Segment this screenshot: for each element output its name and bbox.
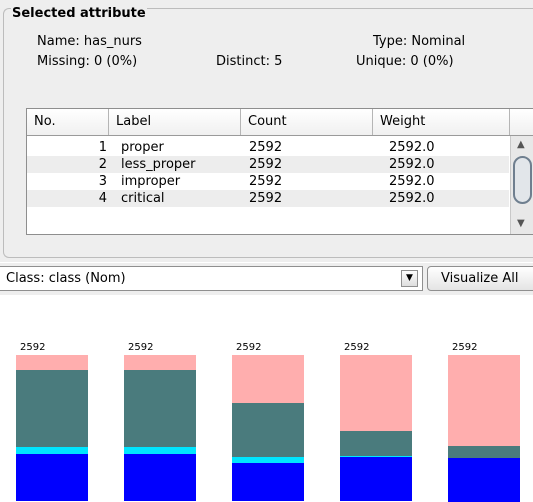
cell-label: improper	[121, 174, 181, 189]
attribute-type: Type: Nominal	[373, 34, 466, 49]
bar-segment	[232, 463, 304, 501]
bar-segment	[16, 447, 88, 454]
attribute-name: Name: has_nurs	[37, 34, 142, 49]
scroll-down-arrow-icon[interactable]: ▼	[517, 218, 525, 229]
cell-label: critical	[121, 191, 165, 206]
bar-count-label: 2592	[20, 342, 46, 353]
bar-segment	[16, 454, 88, 501]
chevron-down-icon[interactable]: ▼	[401, 270, 418, 287]
bar-segment	[340, 355, 412, 431]
bar-segment	[124, 355, 196, 370]
attribute-missing: Missing: 0 (0%)	[37, 54, 138, 69]
bar-count-label: 2592	[236, 342, 262, 353]
cell-weight: 2592.0	[389, 157, 435, 172]
table-header: No. Label Count Weight	[27, 109, 533, 136]
bar-segment	[340, 457, 412, 501]
cell-count: 2592	[249, 157, 283, 172]
scroll-up-arrow-icon[interactable]: ▲	[517, 139, 525, 150]
bar-segment	[124, 454, 196, 501]
column-header-no[interactable]: No.	[27, 109, 109, 135]
bar-segment	[448, 355, 520, 446]
cell-count: 2592	[249, 191, 283, 206]
cell-no: 4	[98, 191, 107, 206]
bar-count-label: 2592	[344, 342, 370, 353]
bar-segment	[448, 446, 520, 458]
bar-segment	[16, 370, 88, 447]
panel-title: Selected attribute	[11, 6, 147, 21]
table-row[interactable]: 2 less_proper 2592 2592.0	[27, 156, 509, 173]
table-row[interactable]: 4 critical 2592 2592.0	[27, 190, 509, 207]
table-row[interactable]: 1 proper 2592 2592.0	[27, 139, 509, 156]
scrollbar-thumb[interactable]	[513, 156, 532, 204]
cell-count: 2592	[249, 174, 283, 189]
label-stats-table: No. Label Count Weight 1 proper 2592 259…	[26, 108, 533, 235]
bar-segment	[16, 355, 88, 370]
table-row[interactable]: 3 improper 2592 2592.0	[27, 173, 509, 190]
bar-count-label: 2592	[128, 342, 154, 353]
cell-weight: 2592.0	[389, 174, 435, 189]
cell-no: 3	[98, 174, 107, 189]
column-header-count[interactable]: Count	[241, 109, 373, 135]
bar-segment	[448, 458, 520, 502]
visualize-all-button[interactable]: Visualize All	[427, 266, 533, 291]
class-select-value: Class: class (Nom)	[6, 271, 126, 286]
class-toolbar: Class: class (Nom) ▼ Visualize All	[0, 263, 533, 295]
cell-no: 2	[98, 157, 107, 172]
selected-attribute-panel: Selected attribute Name: has_nurs Type: …	[0, 0, 533, 262]
bar-segment	[124, 447, 196, 454]
attribute-unique: Unique: 0 (0%)	[356, 54, 454, 69]
bar-segment	[232, 355, 304, 403]
bar-count-label: 2592	[452, 342, 478, 353]
class-distribution-chart: 2592 2592 2592 2592 2592	[0, 296, 533, 502]
attribute-distinct: Distinct: 5	[216, 54, 283, 69]
cell-label: less_proper	[121, 157, 196, 172]
column-header-weight[interactable]: Weight	[373, 109, 510, 135]
bar-segment	[340, 431, 412, 456]
table-scrollbar[interactable]: ▲ ▼	[510, 136, 533, 234]
class-select[interactable]: Class: class (Nom) ▼	[0, 266, 423, 291]
bar-segment	[232, 403, 304, 457]
cell-label: proper	[121, 140, 164, 155]
cell-weight: 2592.0	[389, 191, 435, 206]
cell-weight: 2592.0	[389, 140, 435, 155]
cell-count: 2592	[249, 140, 283, 155]
column-header-label[interactable]: Label	[109, 109, 241, 135]
cell-no: 1	[98, 140, 107, 155]
bar-segment	[124, 370, 196, 447]
